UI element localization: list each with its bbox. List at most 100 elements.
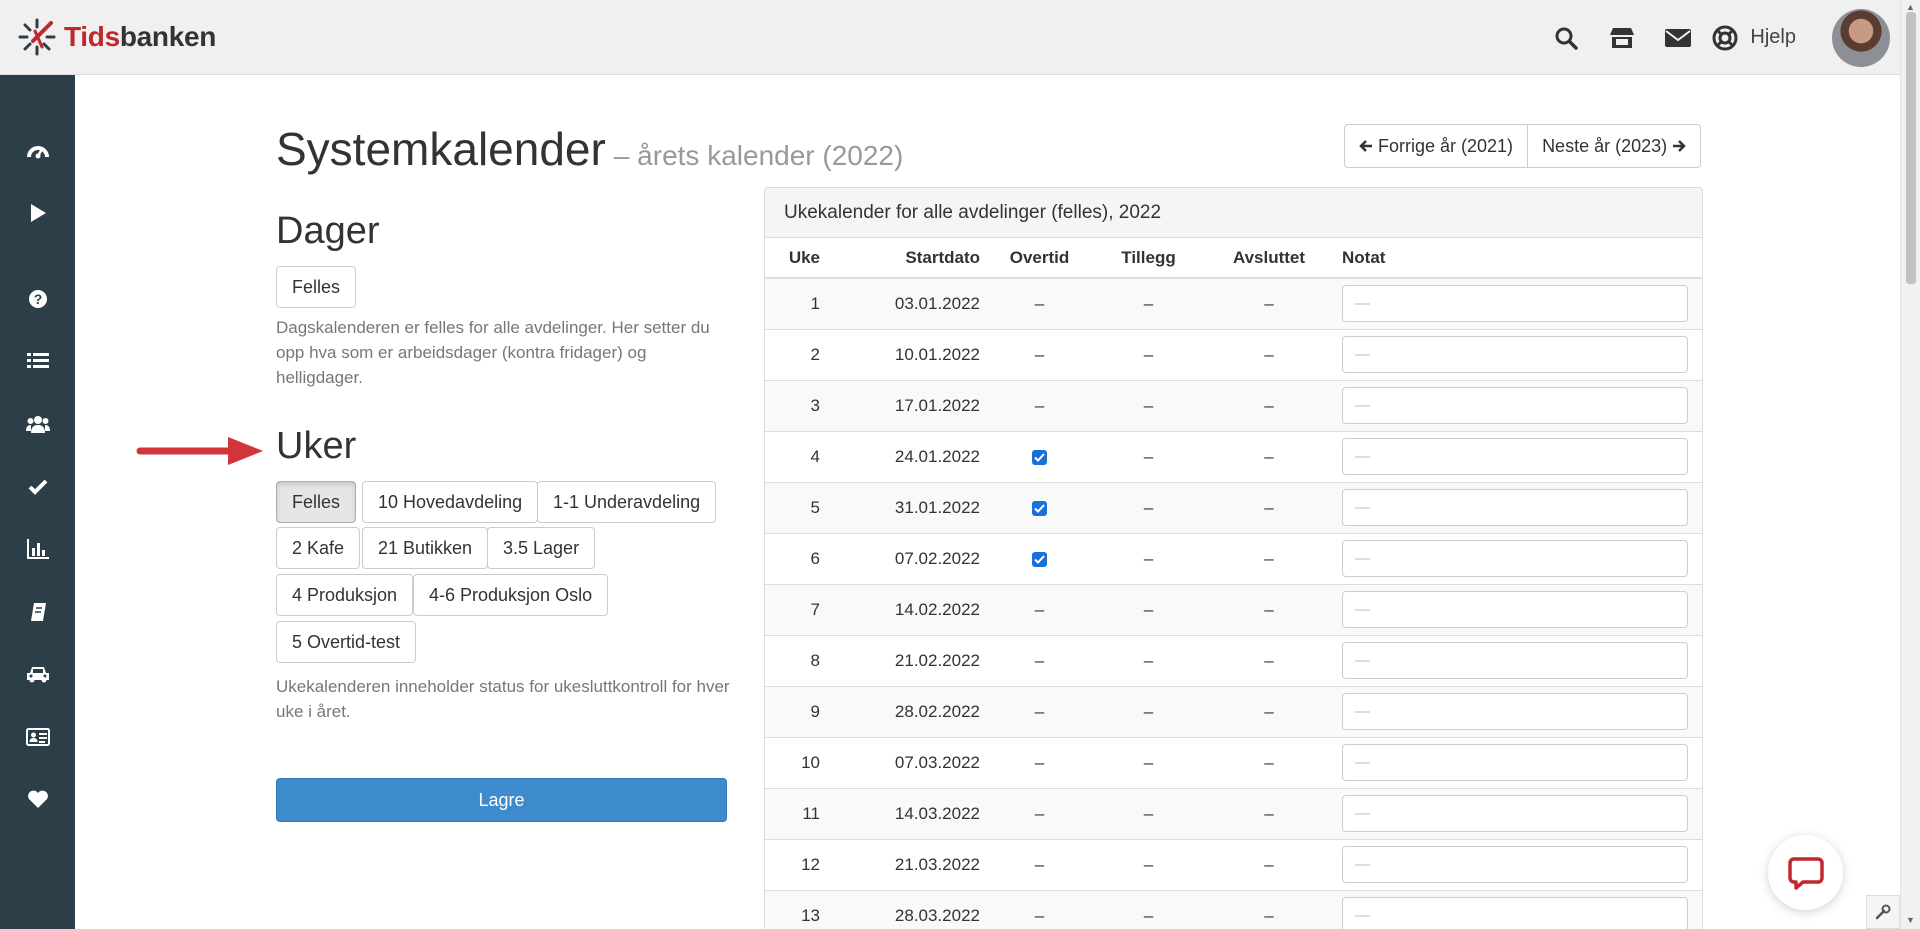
notat-input[interactable]	[1342, 489, 1688, 526]
calendar-heading: Ukekalender for alle avdelinger (felles)…	[765, 188, 1702, 238]
column-header-tillegg: Tillegg	[1091, 238, 1206, 279]
list-icon[interactable]	[0, 333, 75, 389]
page-scrollbar[interactable]: ▲ ▼	[1900, 0, 1920, 929]
next-year-button[interactable]: Neste år (2023)	[1527, 124, 1702, 168]
column-header-avsluttet: Avsluttet	[1206, 238, 1332, 279]
overtid-checkbox[interactable]	[1032, 449, 1047, 465]
question-icon[interactable]: ?	[0, 271, 75, 327]
notat-input[interactable]	[1342, 336, 1688, 373]
chat-bubble-icon	[1787, 856, 1824, 890]
users-icon[interactable]	[0, 396, 75, 452]
cell-tillegg: –	[1091, 430, 1206, 482]
year-navigation: Forrige år (2021) Neste år (2023)	[1344, 124, 1702, 168]
cell-startdato: 14.02.2022	[842, 583, 988, 635]
tidsbanken-logo[interactable]: Tidsbanken	[18, 18, 216, 56]
book-icon[interactable]	[0, 584, 75, 640]
cell-startdato: 10.01.2022	[842, 328, 988, 380]
cell-notat	[1332, 838, 1702, 890]
overtid-value: –	[1034, 293, 1045, 313]
dager-help-text: Dagskalenderen er felles for alle avdeli…	[276, 318, 710, 387]
cell-notat	[1332, 481, 1702, 533]
dept-button-2-kafe[interactable]: 2 Kafe	[276, 527, 361, 569]
previous-year-button[interactable]: Forrige år (2021)	[1344, 124, 1529, 168]
cell-startdato: 03.01.2022	[842, 277, 988, 329]
table-row: 7 14.02.2022– – –	[765, 583, 1702, 635]
play-icon[interactable]	[0, 185, 75, 241]
cell-avsluttet: –	[1206, 583, 1332, 635]
notat-input[interactable]	[1342, 897, 1688, 929]
id-card-icon[interactable]	[0, 709, 75, 765]
cell-startdato: 14.03.2022	[842, 787, 988, 839]
dager-felles-button[interactable]: Felles	[276, 266, 357, 308]
heart-icon[interactable]	[0, 771, 75, 827]
dept-button-10-hovedavdeling[interactable]: 10 Hovedavdeling	[362, 481, 539, 523]
save-button[interactable]: Lagre	[276, 778, 727, 822]
dashboard-icon[interactable]	[0, 123, 75, 179]
cell-startdato: 21.02.2022	[842, 634, 988, 686]
cell-notat	[1332, 634, 1702, 686]
car-icon[interactable]	[0, 646, 75, 702]
wrench-icon[interactable]	[1866, 895, 1900, 929]
check-icon[interactable]	[0, 459, 75, 515]
search-icon[interactable]	[1538, 0, 1594, 75]
notat-input[interactable]	[1342, 744, 1688, 781]
overtid-value: –	[1034, 752, 1045, 772]
envelope-icon[interactable]	[1650, 0, 1706, 75]
table-row: 12 21.03.2022– – –	[765, 838, 1702, 890]
notat-input[interactable]	[1342, 438, 1688, 475]
notat-input[interactable]	[1342, 591, 1688, 628]
scroll-down-arrow[interactable]: ▼	[1906, 915, 1915, 925]
dept-button-3-5-lager[interactable]: 3.5 Lager	[487, 527, 596, 569]
uker-heading: Uker	[276, 425, 357, 467]
chat-support-button[interactable]	[1768, 835, 1843, 910]
cell-overtid	[988, 430, 1091, 482]
notat-input[interactable]	[1342, 693, 1688, 730]
cell-tillegg: –	[1091, 481, 1206, 533]
cell-avsluttet: –	[1206, 889, 1332, 929]
notat-input[interactable]	[1342, 846, 1688, 883]
table-row: 5 31.01.2022 – –	[765, 481, 1702, 533]
cell-notat	[1332, 685, 1702, 737]
help-menu[interactable]: Hjelp	[1712, 25, 1796, 51]
overtid-value: –	[1034, 905, 1045, 925]
cell-avsluttet: –	[1206, 481, 1332, 533]
cell-tillegg: –	[1091, 532, 1206, 584]
cell-uke: 8	[765, 634, 842, 686]
notat-input[interactable]	[1342, 795, 1688, 832]
notat-input[interactable]	[1342, 285, 1688, 323]
scrollbar-thumb[interactable]	[1906, 12, 1916, 284]
table-row: 1 03.01.2022– – –	[765, 277, 1702, 329]
dept-button-4-produksjon[interactable]: 4 Produksjon	[276, 574, 414, 616]
store-icon[interactable]	[1594, 0, 1650, 75]
overtid-value: –	[1034, 344, 1045, 364]
overtid-checkbox[interactable]	[1032, 500, 1047, 516]
cell-tillegg: –	[1091, 787, 1206, 839]
cell-overtid: –	[988, 328, 1091, 380]
cell-uke: 9	[765, 685, 842, 737]
scroll-up-arrow[interactable]: ▲	[1906, 2, 1915, 12]
annotation-arrow	[136, 437, 263, 465]
user-avatar[interactable]	[1832, 8, 1890, 67]
column-header-startdato: Startdato	[842, 238, 988, 279]
dept-button-4-6-produksjon-oslo[interactable]: 4-6 Produksjon Oslo	[413, 574, 609, 616]
cell-overtid	[988, 532, 1091, 584]
dept-button-5-overtid-test[interactable]: 5 Overtid-test	[276, 621, 417, 663]
cell-avsluttet: –	[1206, 277, 1332, 329]
table-header-row: Uke Startdato Overtid Tillegg Avsluttet …	[765, 238, 1702, 279]
cell-uke: 11	[765, 787, 842, 839]
cell-overtid: –	[988, 634, 1091, 686]
notat-input[interactable]	[1342, 642, 1688, 679]
cell-uke: 6	[765, 532, 842, 584]
cell-notat	[1332, 583, 1702, 635]
dept-button-21-butikken[interactable]: 21 Butikken	[362, 527, 489, 569]
notat-input[interactable]	[1342, 387, 1688, 424]
bar-chart-icon[interactable]	[0, 521, 75, 577]
overtid-checkbox[interactable]	[1032, 551, 1047, 567]
cell-overtid: –	[988, 277, 1091, 329]
dept-button-1-1-underavdeling[interactable]: 1-1 Underavdeling	[537, 481, 717, 523]
dept-button-felles[interactable]: Felles	[276, 481, 357, 523]
page-title: Systemkalender – årets kalender (2022)	[276, 122, 903, 176]
notat-input[interactable]	[1342, 540, 1688, 577]
table-row: 11 14.03.2022– – –	[765, 787, 1702, 839]
cell-uke: 10	[765, 736, 842, 788]
